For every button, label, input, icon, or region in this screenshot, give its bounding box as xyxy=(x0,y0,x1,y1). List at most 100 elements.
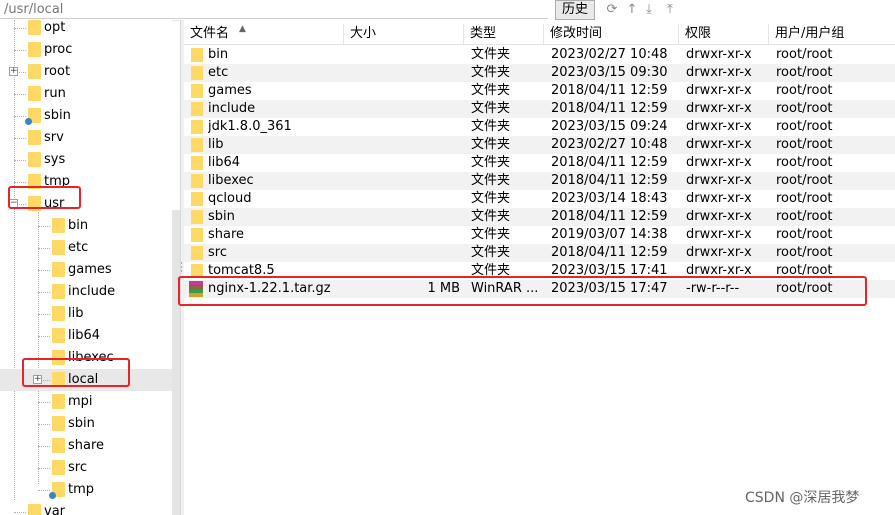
tree-item-tmp[interactable]: tmp xyxy=(0,479,172,501)
file-owner-cell: root/root xyxy=(776,155,833,170)
up-directory-icon[interactable]: ↑ xyxy=(624,2,640,18)
file-row[interactable]: lib 文件夹 2023/02/27 10:48 drwxr-xr-x root/roo… xyxy=(184,136,895,154)
file-owner-cell: root/root xyxy=(776,119,833,134)
file-modified-cell: 2019/03/07 14:38 xyxy=(551,227,668,242)
tree-connector-line xyxy=(38,424,50,425)
folder-icon xyxy=(52,262,65,277)
folder-icon xyxy=(52,218,65,233)
file-row[interactable]: share 文件夹 2019/03/07 14:38 drwxr-xr-x root/r… xyxy=(184,226,895,244)
folder-icon xyxy=(52,438,65,453)
column-header-size[interactable]: 大小 xyxy=(344,24,464,44)
highlight-box-nginx xyxy=(178,276,867,306)
file-row[interactable]: libexec 文件夹 2018/04/11 12:59 drwxr-xr-x root… xyxy=(184,172,895,190)
tree-item-label: srv xyxy=(44,130,64,145)
file-name-cell: lib64 xyxy=(208,155,241,170)
file-row[interactable]: src 文件夹 2018/04/11 12:59 drwxr-xr-x root/roo… xyxy=(184,244,895,262)
folder-icon xyxy=(191,48,203,62)
file-list-header: 文件名 ▲ 大小 类型 修改时间 权限 用户/用户组 xyxy=(184,24,895,45)
tree-item-games[interactable]: games xyxy=(0,259,172,281)
splitter-grip-icon[interactable]: · · · xyxy=(180,260,183,277)
tree-item-root[interactable]: + root xyxy=(0,61,172,83)
tree-item-label: include xyxy=(68,284,116,299)
path-input[interactable] xyxy=(0,0,548,19)
file-type-cell: 文件夹 xyxy=(471,155,511,170)
file-owner-cell: root/root xyxy=(776,245,833,260)
tree-item-share[interactable]: share xyxy=(0,435,172,457)
folder-icon xyxy=(191,192,203,206)
tree-connector-line xyxy=(14,160,26,161)
symlink-badge-icon xyxy=(25,118,32,125)
folder-icon xyxy=(28,504,41,515)
file-perm-cell: drwxr-xr-x xyxy=(686,155,752,170)
tree-item-sbin[interactable]: sbin xyxy=(0,413,172,435)
tree-item-label: share xyxy=(68,438,105,453)
tree-item-label: opt xyxy=(44,20,66,35)
tree-item-label: etc xyxy=(68,240,89,255)
column-header-type[interactable]: 类型 xyxy=(464,24,544,44)
file-owner-cell: root/root xyxy=(776,173,833,188)
tree-item-run[interactable]: run xyxy=(0,83,172,105)
tree-connector-line xyxy=(14,50,26,51)
file-row[interactable]: games 文件夹 2018/04/11 12:59 drwxr-xr-x root/r… xyxy=(184,82,895,100)
refresh-icon[interactable]: ⟳ xyxy=(604,2,620,18)
file-modified-cell: 2018/04/11 12:59 xyxy=(551,173,668,188)
column-header-modified[interactable]: 修改时间 xyxy=(544,24,679,44)
tree-item-var[interactable]: var xyxy=(0,501,172,515)
history-button[interactable]: 历史 xyxy=(555,0,595,20)
file-type-cell: 文件夹 xyxy=(471,83,511,98)
file-perm-cell: drwxr-xr-x xyxy=(686,227,752,242)
column-header-name[interactable]: 文件名 xyxy=(184,24,344,44)
tree-item-lib64[interactable]: lib64 xyxy=(0,325,172,347)
upload-icon[interactable]: ⤒ xyxy=(662,2,678,18)
tree-item-proc[interactable]: proc xyxy=(0,39,172,61)
file-perm-cell: drwxr-xr-x xyxy=(686,137,752,152)
file-row[interactable]: lib64 文件夹 2018/04/11 12:59 drwxr-xr-x root/r… xyxy=(184,154,895,172)
file-row[interactable]: etc 文件夹 2023/03/15 09:30 drwxr-xr-x root/roo… xyxy=(184,64,895,82)
folder-icon xyxy=(191,120,203,134)
column-header-permissions[interactable]: 权限 xyxy=(679,24,769,44)
file-modified-cell: 2018/04/11 12:59 xyxy=(551,101,668,116)
folder-icon xyxy=(28,130,41,145)
folder-icon xyxy=(28,64,41,79)
tree-item-srv[interactable]: srv xyxy=(0,127,172,149)
tree-item-bin[interactable]: bin xyxy=(0,215,172,237)
file-row[interactable]: bin 文件夹 2023/02/27 10:48 drwxr-xr-x root/roo… xyxy=(184,46,895,64)
tree-item-include[interactable]: include xyxy=(0,281,172,303)
tree-item-sbin[interactable]: sbin xyxy=(0,105,172,127)
tree-item-src[interactable]: src xyxy=(0,457,172,479)
file-modified-cell: 2018/04/11 12:59 xyxy=(551,245,668,260)
file-type-cell: 文件夹 xyxy=(471,47,511,62)
tree-connector-line xyxy=(38,490,50,491)
folder-icon xyxy=(191,210,203,224)
tree-connector-line xyxy=(38,292,50,293)
expand-icon[interactable]: + xyxy=(9,67,18,76)
tree-item-label: bin xyxy=(68,218,89,233)
file-row[interactable]: jdk1.8.0_361 文件夹 2023/03/15 09:24 drwxr-xr-… xyxy=(184,118,895,136)
file-row[interactable]: include 文件夹 2018/04/11 12:59 drwxr-xr-x root… xyxy=(184,100,895,118)
file-modified-cell: 2023/02/27 10:48 xyxy=(551,137,668,152)
file-perm-cell: drwxr-xr-x xyxy=(686,209,752,224)
watermark: CSDN @深居我梦 xyxy=(745,490,860,506)
tree-connector-line xyxy=(14,512,26,513)
download-icon[interactable]: ⤓ xyxy=(641,2,657,18)
tree-item-opt[interactable]: opt xyxy=(0,20,172,39)
file-perm-cell: drwxr-xr-x xyxy=(686,245,752,260)
tree-item-label: root xyxy=(44,64,71,79)
tree-connector-line xyxy=(38,336,50,337)
file-type-cell: 文件夹 xyxy=(471,119,511,134)
tree-scrollbar[interactable] xyxy=(172,210,180,515)
tree-item-lib[interactable]: lib xyxy=(0,303,172,325)
folder-icon xyxy=(52,416,65,431)
tree-connector-line xyxy=(38,402,50,403)
tree-item-mpi[interactable]: mpi xyxy=(0,391,172,413)
tree-connector-line xyxy=(14,28,26,29)
file-row[interactable]: sbin 文件夹 2018/04/11 12:59 drwxr-xr-x root/ro… xyxy=(184,208,895,226)
tree-item-etc[interactable]: etc xyxy=(0,237,172,259)
folder-icon xyxy=(28,152,41,167)
file-name-cell: src xyxy=(208,245,227,260)
tree-item-label: lib64 xyxy=(68,328,101,343)
file-row[interactable]: qcloud 文件夹 2023/03/14 18:43 drwxr-xr-x root/… xyxy=(184,190,895,208)
file-modified-cell: 2018/04/11 12:59 xyxy=(551,209,668,224)
tree-item-sys[interactable]: sys xyxy=(0,149,172,171)
column-header-owner[interactable]: 用户/用户组 xyxy=(769,24,895,44)
